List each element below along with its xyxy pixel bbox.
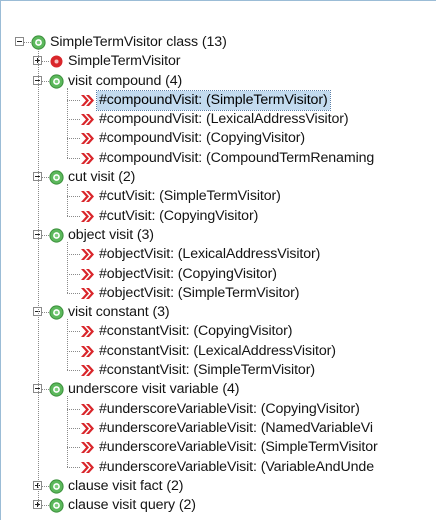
tree-connector xyxy=(67,254,80,256)
tree-connector xyxy=(42,505,49,507)
tree-category-row[interactable]: clause visit fact (2) xyxy=(1,477,436,496)
tree-connector xyxy=(42,177,49,179)
tree-connector xyxy=(67,196,80,198)
tree-connector xyxy=(67,331,80,333)
tree-connector xyxy=(67,292,80,294)
tree-connector xyxy=(67,370,80,372)
tree-connector xyxy=(24,42,31,43)
green-circle-icon xyxy=(49,73,64,89)
tree-method-item-label[interactable]: #compoundVisit: (SimpleTermVisitor) xyxy=(96,89,331,111)
green-circle-icon xyxy=(49,479,64,494)
red-class-icon xyxy=(49,54,64,69)
tree-connector xyxy=(67,119,80,121)
tree-method-item-label[interactable]: #compoundVisit: (CopyingVisitor) xyxy=(97,129,307,148)
tree-category-label[interactable]: visit compound (4) xyxy=(66,72,184,91)
tree-category-label[interactable]: cut visit (2) xyxy=(66,168,137,187)
tree-connector xyxy=(67,350,80,352)
tree-guide-line xyxy=(67,87,68,158)
tree-guide-line xyxy=(67,184,68,216)
tree-connector xyxy=(42,61,49,63)
tree-method-item-label[interactable]: #constantVisit: (CopyingVisitor) xyxy=(97,322,294,341)
tree-connector xyxy=(67,408,80,410)
tree-root-label[interactable]: SimpleTermVisitor class (13) xyxy=(48,33,229,52)
tree-connector xyxy=(67,466,80,468)
tree-guide-line xyxy=(38,49,39,507)
tree-connector xyxy=(67,427,80,429)
tree-connector xyxy=(67,447,80,449)
tree-category-label[interactable]: underscore visit variable (4) xyxy=(66,380,241,399)
collapse-minus-icon[interactable] xyxy=(15,37,24,46)
tree-method-item-label[interactable]: #cutVisit: (SimpleTermVisitor) xyxy=(97,187,283,206)
red-chevron-icon xyxy=(80,440,95,455)
green-circle-icon xyxy=(49,305,64,320)
tree-category-label[interactable]: object visit (3) xyxy=(66,226,156,245)
tree-method-item-label[interactable]: #objectVisit: (CopyingVisitor) xyxy=(97,265,279,284)
tree-guide-line xyxy=(67,396,68,467)
tree-method-item-label[interactable]: #compoundVisit: (CompoundTermRenaming xyxy=(97,149,376,168)
red-chevron-icon xyxy=(80,344,95,359)
tree-connector xyxy=(67,273,80,275)
red-chevron-icon xyxy=(80,460,95,475)
red-chevron-icon xyxy=(80,324,95,339)
red-chevron-icon xyxy=(80,151,95,166)
green-circle-icon xyxy=(49,382,64,397)
protocol-tree: SimpleTermVisitor class (13) SimpleTermVi… xyxy=(1,33,436,515)
tree-method-item-label[interactable]: #underscoreVariableVisit: (VariableAndUn… xyxy=(97,458,376,477)
red-chevron-icon xyxy=(80,267,95,282)
tree-method-item-label[interactable]: #underscoreVariableVisit: (SimpleTermVis… xyxy=(97,438,380,457)
green-circle-icon xyxy=(31,35,46,50)
tree-root-row[interactable]: SimpleTermVisitor class (13) xyxy=(1,33,436,52)
green-circle-icon xyxy=(49,170,64,185)
red-chevron-icon xyxy=(80,93,95,108)
red-chevron-icon xyxy=(80,131,95,146)
red-chevron-icon xyxy=(80,363,95,378)
red-chevron-icon xyxy=(80,209,95,224)
tree-connector xyxy=(42,80,49,82)
tree-category-label[interactable]: SimpleTermVisitor xyxy=(66,52,182,71)
green-circle-icon xyxy=(49,498,64,513)
red-chevron-icon xyxy=(80,189,95,204)
tree-connector xyxy=(42,485,49,487)
tree-method-item-label[interactable]: #objectVisit: (SimpleTermVisitor) xyxy=(97,284,301,303)
tree-connector xyxy=(67,215,80,217)
red-chevron-icon xyxy=(80,247,95,262)
tree-category-row[interactable]: SimpleTermVisitor xyxy=(1,52,436,71)
tree-connector xyxy=(42,389,49,391)
tree-method-item-label[interactable]: #underscoreVariableVisit: (NamedVariable… xyxy=(97,419,375,438)
tree-category-row[interactable]: clause visit query (2) xyxy=(1,496,436,515)
red-chevron-icon xyxy=(80,286,95,301)
tree-connector xyxy=(42,234,49,236)
red-chevron-icon xyxy=(80,112,95,127)
tree-method-item-label[interactable]: #underscoreVariableVisit: (CopyingVisito… xyxy=(97,400,362,419)
tree-method-item-label[interactable]: #compoundVisit: (LexicalAddressVisitor) xyxy=(97,110,351,129)
red-chevron-icon xyxy=(80,421,95,436)
tree-category-label[interactable]: clause visit query (2) xyxy=(66,496,198,515)
tree-method-item-label[interactable]: #objectVisit: (LexicalAddressVisitor) xyxy=(97,245,322,264)
tree-method-item-label[interactable]: #cutVisit: (CopyingVisitor) xyxy=(97,207,260,226)
tree-method-item-label[interactable]: #constantVisit: (LexicalAddressVisitor) xyxy=(97,342,338,361)
tree-guide-line xyxy=(67,319,68,371)
tree-connector xyxy=(67,138,80,140)
tree-connector xyxy=(67,99,80,101)
tree-category-label[interactable]: visit constant (3) xyxy=(66,303,172,322)
tree-method-item-label[interactable]: #constantVisit: (SimpleTermVisitor) xyxy=(97,361,317,380)
tree-category-label[interactable]: clause visit fact (2) xyxy=(66,477,185,496)
tree-connector xyxy=(42,312,49,314)
red-chevron-icon xyxy=(80,402,95,417)
browser-tree-pane: SimpleTermVisitor class (13) SimpleTermVi… xyxy=(0,0,436,520)
tree-connector xyxy=(67,157,80,159)
green-circle-icon xyxy=(49,228,64,243)
tree-guide-line xyxy=(67,242,68,293)
